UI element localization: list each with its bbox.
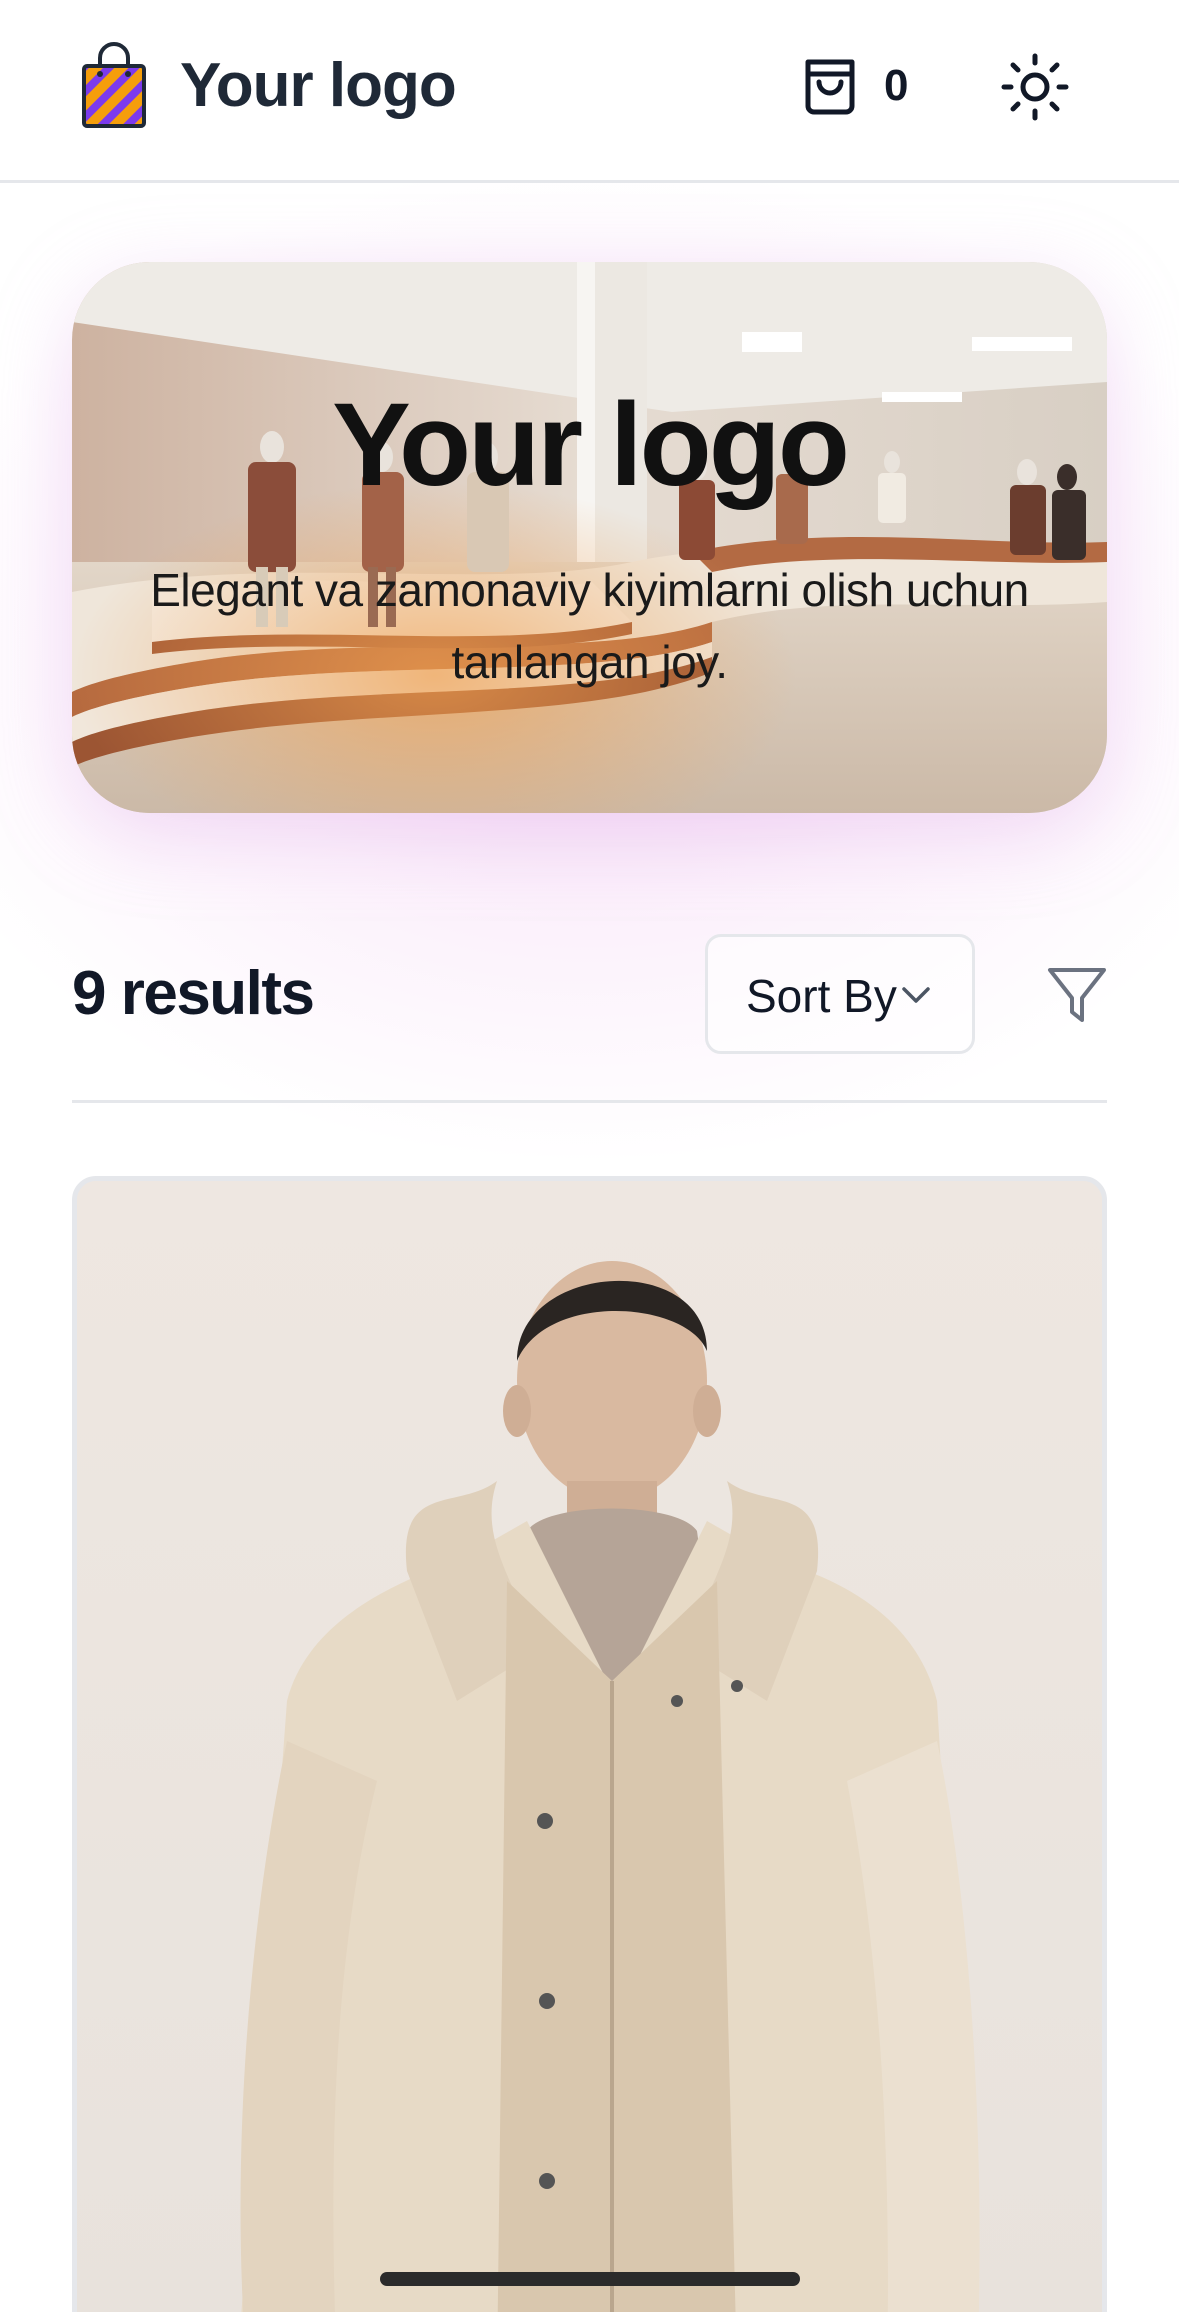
header: Your logo 0: [0, 0, 1179, 183]
hero-store-image: [72, 262, 1107, 813]
divider: [72, 1100, 1107, 1103]
hero-title: Your logo: [332, 379, 850, 511]
sun-icon[interactable]: [1000, 52, 1070, 122]
cart-count: 0: [884, 61, 909, 110]
hero-banner: Your logo Elegant va zamonaviy kiyimlarn…: [72, 262, 1107, 813]
results-count: 9 results: [72, 959, 315, 1028]
shopping-bag-icon[interactable]: [78, 42, 150, 130]
hero-subtitle: Elegant va zamonaviy kiyimlarni olish uc…: [150, 564, 1029, 688]
product-image: [77, 1181, 1102, 2312]
cart-button[interactable]: 0: [798, 52, 918, 128]
page: Your logo 0 Your logo Elegant va zamonav…: [0, 0, 1179, 2312]
sort-by-button[interactable]: Sort By: [705, 934, 975, 1054]
cart-bag-icon: [798, 54, 862, 118]
product-card[interactable]: [72, 1176, 1107, 2312]
logo-text[interactable]: Your logo: [180, 48, 457, 124]
chevron-down-icon: [898, 977, 934, 1013]
filter-icon[interactable]: [1042, 960, 1112, 1030]
sort-by-label: Sort By: [746, 970, 897, 1022]
home-indicator: [380, 2272, 800, 2286]
